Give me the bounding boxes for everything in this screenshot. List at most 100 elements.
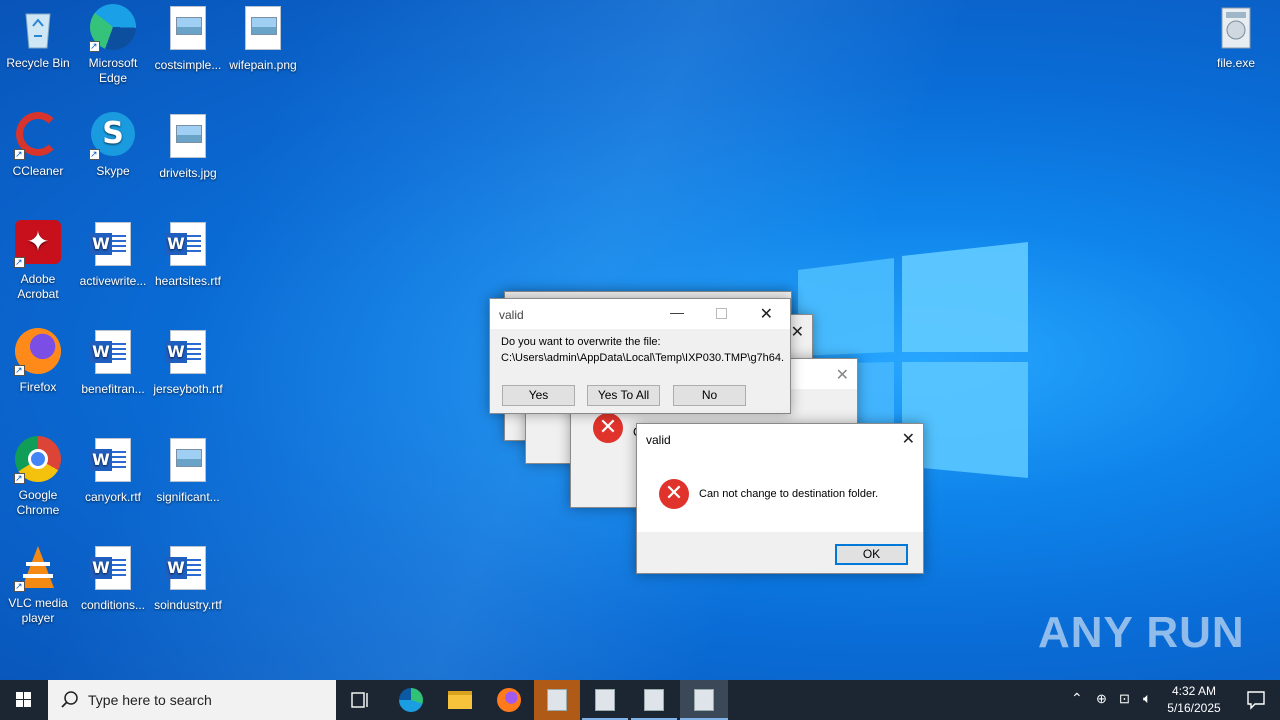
firefox-icon: [14, 328, 62, 378]
word-doc-icon: [89, 330, 137, 378]
notification-icon: [1247, 691, 1265, 710]
yes-to-all-button[interactable]: Yes To All: [587, 385, 660, 406]
dialog-title: valid: [646, 433, 671, 447]
desktop-icon[interactable]: ✦Adobe Acrobat: [0, 220, 76, 302]
taskbar-app-1[interactable]: [534, 680, 580, 720]
clock[interactable]: 4:32 AM 5/16/2025: [1164, 684, 1224, 715]
desktop-icon-label: driveits.jpg: [159, 166, 217, 180]
shortcut-arrow-icon: [14, 255, 25, 270]
task-view-button[interactable]: [342, 680, 378, 720]
taskbar-firefox[interactable]: [490, 680, 528, 720]
desktop-icon[interactable]: activewrite...: [75, 220, 151, 289]
desktop-icon-label: significant...: [156, 490, 220, 504]
desktop-icon-label: Firefox: [19, 380, 57, 394]
error-message: Can not change to destination folder.: [699, 488, 879, 500]
edge-icon: [89, 4, 137, 54]
desktop-icon[interactable]: CCleaner: [0, 112, 76, 179]
desktop-icon[interactable]: costsimple...: [150, 4, 226, 73]
chevron-up-icon[interactable]: ⌃: [1071, 690, 1083, 707]
desktop-icon-label: Microsoft Edge: [88, 56, 138, 85]
close-icon[interactable]: ✕: [902, 429, 915, 449]
taskbar-file-explorer[interactable]: [441, 680, 479, 720]
word-doc-icon: [164, 546, 212, 594]
desktop-icon[interactable]: wifepain.png: [225, 4, 301, 73]
desktop-icon[interactable]: conditions...: [75, 544, 151, 613]
desktop-icon-label: CCleaner: [12, 164, 64, 178]
desktop-icon[interactable]: Google Chrome: [0, 436, 76, 518]
overwrite-dialog: valid — ✕ Do you want to overwrite the f…: [489, 298, 791, 414]
desktop-icon[interactable]: S Skype: [75, 112, 151, 179]
clock-time: 4:32 AM: [1171, 684, 1217, 698]
desktop-icon[interactable]: Recycle Bin: [0, 4, 76, 71]
desktop-icon-label: VLC media player: [8, 596, 68, 625]
shortcut-arrow-icon: [14, 147, 25, 162]
desktop-icon-label: activewrite...: [79, 274, 147, 288]
minimize-icon[interactable]: —: [670, 304, 684, 320]
windows-start-icon: [16, 692, 31, 707]
desktop-icon[interactable]: significant...: [150, 436, 226, 505]
recycle-bin-icon: [14, 4, 62, 52]
folder-icon: [448, 691, 472, 709]
overwrite-message-line1: Do you want to overwrite the file:: [501, 336, 661, 348]
installer-exe-icon: [694, 689, 714, 711]
desktop-icon[interactable]: heartsites.rtf: [150, 220, 226, 289]
desktop-icon[interactable]: soindustry.rtf: [150, 544, 226, 613]
taskbar-search-box[interactable]: Type here to search: [48, 680, 336, 720]
dialog-titlebar: valid ✕: [637, 424, 923, 454]
close-icon[interactable]: ✕: [760, 304, 773, 324]
task-view-icon: [351, 692, 368, 708]
shortcut-arrow-icon: [14, 471, 25, 486]
desktop-icon-label: soindustry.rtf: [154, 598, 222, 612]
firefox-icon: [497, 688, 521, 712]
no-button[interactable]: No: [673, 385, 746, 406]
search-placeholder: Type here to search: [88, 692, 212, 708]
taskbar-app-3[interactable]: [631, 680, 677, 720]
taskbar-app-2[interactable]: [582, 680, 628, 720]
start-button[interactable]: [0, 680, 48, 720]
installer-exe-icon: [1212, 4, 1260, 52]
desktop-icon-label: conditions...: [80, 598, 146, 612]
desktop-icon-label: wifepain.png: [229, 58, 297, 72]
desktop-icon[interactable]: jerseyboth.rtf: [150, 328, 226, 397]
desktop-icon[interactable]: driveits.jpg: [150, 112, 226, 181]
desktop-icon[interactable]: benefitran...: [75, 328, 151, 397]
taskbar-app-4[interactable]: [680, 680, 728, 720]
ccleaner-icon: [14, 112, 62, 162]
ok-button[interactable]: OK: [835, 544, 908, 565]
chrome-icon: [14, 436, 62, 486]
desktop-icon[interactable]: Firefox: [0, 328, 76, 395]
close-icon[interactable]: ✕: [836, 365, 849, 385]
image-file-icon: [164, 438, 212, 486]
clock-date: 5/16/2025: [1167, 701, 1221, 715]
word-doc-icon: [89, 438, 137, 486]
notification-center-button[interactable]: [1232, 680, 1280, 720]
maximize-icon[interactable]: [716, 308, 727, 319]
desktop-icon-label: Google Chrome: [16, 488, 60, 517]
installer-exe-icon: [644, 689, 664, 711]
desktop-icon-label: Skype: [96, 164, 130, 178]
network-activity-icon[interactable]: ⊕: [1096, 691, 1107, 707]
word-doc-icon: [164, 330, 212, 378]
taskbar-edge[interactable]: [392, 680, 430, 720]
desktop-icon[interactable]: Microsoft Edge: [75, 4, 151, 86]
error-dialog: valid ✕ ✕ Can not change to destination …: [636, 423, 924, 574]
desktop-icon-label: jerseyboth.rtf: [153, 382, 223, 396]
word-doc-icon: [164, 222, 212, 270]
yes-button[interactable]: Yes: [502, 385, 575, 406]
error-icon: ✕: [659, 479, 689, 509]
image-file-icon: [239, 6, 287, 54]
desktop-icon-label: benefitran...: [81, 382, 145, 396]
network-icon[interactable]: ⊡: [1119, 691, 1130, 707]
image-file-icon: [164, 114, 212, 162]
desktop-icon[interactable]: canyork.rtf: [75, 436, 151, 505]
taskbar: Type here to search ⌃ ⊕ ⊡ 🔈︎ 4:32 AM 5/1…: [0, 680, 1280, 720]
installer-exe-icon: [547, 689, 567, 711]
installer-exe-icon: [595, 689, 615, 711]
close-icon[interactable]: ✕: [791, 322, 804, 342]
volume-icon[interactable]: 🔈︎: [1143, 690, 1151, 707]
desktop-icon[interactable]: file.exe: [1198, 4, 1274, 71]
desktop-icon-label: costsimple...: [154, 58, 222, 72]
desktop-icon[interactable]: VLC media player: [0, 544, 76, 626]
desktop-icon-label: Adobe Acrobat: [17, 272, 59, 301]
desktop-icon-label: Recycle Bin: [6, 56, 70, 70]
